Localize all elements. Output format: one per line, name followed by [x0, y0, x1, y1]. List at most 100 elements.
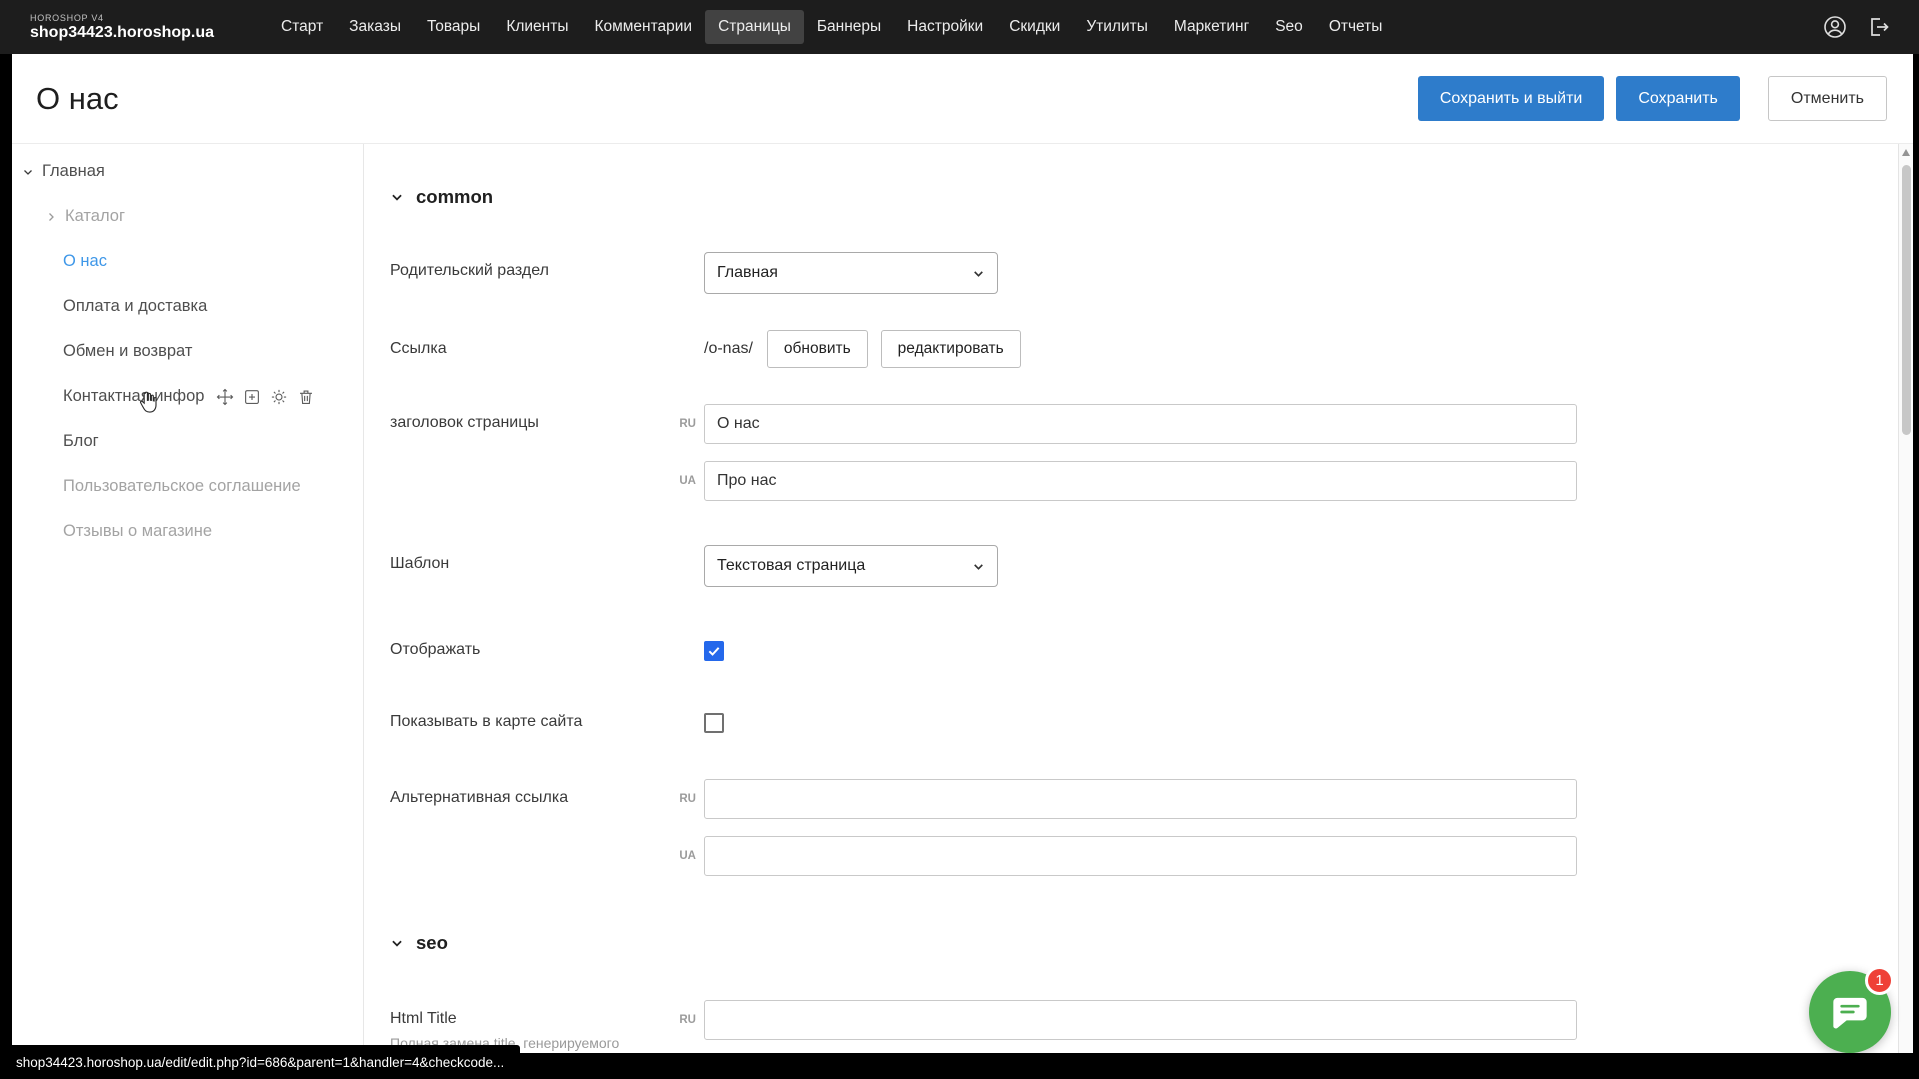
nav-item-seo[interactable]: Seo	[1262, 10, 1316, 44]
page-title-row: заголовок страницы RU UA	[390, 404, 1913, 501]
save-and-exit-button[interactable]: Сохранить и выйти	[1418, 76, 1605, 121]
chevron-down-icon	[390, 936, 404, 950]
template-value: Текстовая страница	[717, 557, 865, 575]
chat-bubble-icon	[1830, 992, 1870, 1032]
display-checkbox[interactable]	[704, 641, 724, 661]
mouse-hand-cursor	[135, 388, 162, 419]
lang-badge-ua: UA	[662, 850, 696, 862]
delete-trash-icon[interactable]	[297, 388, 315, 406]
link-label: Ссылка	[390, 340, 662, 358]
cancel-button[interactable]: Отменить	[1768, 76, 1887, 121]
alt-link-ua-input[interactable]	[704, 836, 1577, 876]
tree-item-katalog[interactable]: Каталог	[12, 194, 363, 239]
nav-item-marketing[interactable]: Маркетинг	[1161, 10, 1262, 44]
scrollbar-thumb[interactable]	[1902, 165, 1911, 435]
tree-item-kontaktnaya[interactable]: Контактная инфор	[12, 374, 363, 419]
page-title-label: заголовок страницы	[390, 404, 662, 501]
page-title-ua-input[interactable]	[704, 461, 1577, 501]
lang-badge-ru: RU	[662, 418, 696, 430]
tree-item-o-nas[interactable]: О нас	[12, 239, 363, 284]
page-header: О нас Сохранить и выйти Сохранить Отмени…	[12, 54, 1913, 144]
app-surface: О нас Сохранить и выйти Сохранить Отмени…	[12, 54, 1913, 1079]
link-edit-button[interactable]: редактировать	[881, 330, 1021, 368]
chat-unread-badge: 1	[1865, 966, 1894, 995]
sitemap-row: Показывать в карте сайта	[390, 707, 1913, 733]
lang-badge-ru: RU	[662, 1014, 696, 1026]
page-title-ru-input[interactable]	[704, 404, 1577, 444]
tree-item-label: Оплата и доставка	[63, 297, 207, 316]
chevron-right-icon	[45, 211, 57, 223]
alt-link-label: Альтернативная ссылка	[390, 779, 662, 876]
scrollbar-up-arrow[interactable]	[1902, 149, 1910, 156]
link-path: /o-nas/	[704, 340, 753, 358]
user-account-icon[interactable]	[1823, 15, 1847, 39]
link-refresh-button[interactable]: обновить	[767, 330, 868, 368]
parent-section-row: Родительский раздел Главная	[390, 252, 1913, 294]
link-status-tooltip: shop34423.horoshop.ua/edit/edit.php?id=6…	[0, 1045, 520, 1079]
chevron-down-icon	[972, 560, 985, 573]
parent-section-select[interactable]: Главная	[704, 252, 998, 294]
save-button[interactable]: Сохранить	[1616, 76, 1740, 121]
nav-item-reports[interactable]: Отчеты	[1316, 10, 1396, 44]
tree-item-obmen[interactable]: Обмен и возврат	[12, 329, 363, 374]
drag-move-icon[interactable]	[216, 388, 234, 406]
tree-item-glavnaya[interactable]: Главная	[12, 149, 363, 194]
lang-badge-ru: RU	[662, 793, 696, 805]
check-icon	[707, 644, 721, 658]
brand-domain-label: shop34423.horoshop.ua	[30, 24, 214, 42]
sitemap-label: Показывать в карте сайта	[390, 713, 662, 733]
nav-item-pages[interactable]: Страницы	[705, 10, 804, 44]
add-subpage-icon[interactable]	[243, 388, 261, 406]
chevron-down-icon	[972, 267, 985, 280]
alt-link-row: Альтернативная ссылка RU UA	[390, 779, 1913, 876]
page-title: О нас	[36, 81, 119, 117]
tree-item-label: Главная	[42, 162, 105, 181]
lang-badge-ua: UA	[662, 475, 696, 487]
brand[interactable]: HOROSHOP V4 shop34423.horoshop.ua	[30, 13, 214, 42]
section-common-title: common	[416, 186, 493, 208]
tree-item-label: Контактная инфор	[63, 387, 204, 406]
topbar: HOROSHOP V4 shop34423.horoshop.ua Старт …	[0, 0, 1919, 54]
parent-section-label: Родительский раздел	[390, 252, 662, 294]
settings-gear-icon[interactable]	[270, 388, 288, 406]
tree-item-oplata[interactable]: Оплата и доставка	[12, 284, 363, 329]
html-title-ru-input[interactable]	[704, 1000, 1577, 1040]
nav-item-clients[interactable]: Клиенты	[493, 10, 581, 44]
nav-item-orders[interactable]: Заказы	[336, 10, 414, 44]
template-label: Шаблон	[390, 545, 662, 587]
tree-item-otzyvy[interactable]: Отзывы о магазине	[12, 509, 363, 554]
display-label: Отображать	[390, 641, 662, 661]
html-title-label: Html Title	[390, 1010, 662, 1028]
tree-item-actions	[216, 388, 315, 406]
nav-item-utilities[interactable]: Утилиты	[1073, 10, 1161, 44]
tree-item-blog[interactable]: Блог	[12, 419, 363, 464]
tree-item-label: О нас	[63, 252, 107, 271]
chat-widget-button[interactable]: 1	[1809, 971, 1891, 1053]
main-nav: Старт Заказы Товары Клиенты Комментарии …	[268, 0, 1395, 54]
status-url-text: shop34423.horoshop.ua/edit/edit.php?id=6…	[16, 1055, 504, 1070]
sitemap-checkbox[interactable]	[704, 713, 724, 733]
tree-item-label: Обмен и возврат	[63, 342, 192, 361]
parent-section-value: Главная	[717, 264, 778, 282]
nav-item-settings[interactable]: Настройки	[894, 10, 996, 44]
nav-item-products[interactable]: Товары	[414, 10, 493, 44]
page-edit-form: common Родительский раздел Главная Ссылк…	[364, 144, 1913, 1078]
display-row: Отображать	[390, 635, 1913, 661]
vertical-scrollbar[interactable]	[1898, 144, 1913, 1078]
chevron-down-icon	[390, 190, 404, 204]
nav-item-discounts[interactable]: Скидки	[996, 10, 1073, 44]
template-select[interactable]: Текстовая страница	[704, 545, 998, 587]
nav-item-banners[interactable]: Баннеры	[804, 10, 894, 44]
section-common-header[interactable]: common	[390, 186, 1913, 208]
logout-icon[interactable]	[1867, 15, 1891, 39]
alt-link-ru-input[interactable]	[704, 779, 1577, 819]
tree-item-label: Отзывы о магазине	[63, 522, 212, 541]
nav-item-start[interactable]: Старт	[268, 10, 336, 44]
section-seo-header[interactable]: seo	[390, 932, 1913, 954]
tree-item-label: Пользовательское соглашение	[63, 477, 301, 496]
tree-item-label: Блог	[63, 432, 99, 451]
nav-item-comments[interactable]: Комментарии	[581, 10, 705, 44]
section-seo-title: seo	[416, 932, 448, 954]
tree-item-label: Каталог	[65, 207, 125, 226]
tree-item-soglashenie[interactable]: Пользовательское соглашение	[12, 464, 363, 509]
